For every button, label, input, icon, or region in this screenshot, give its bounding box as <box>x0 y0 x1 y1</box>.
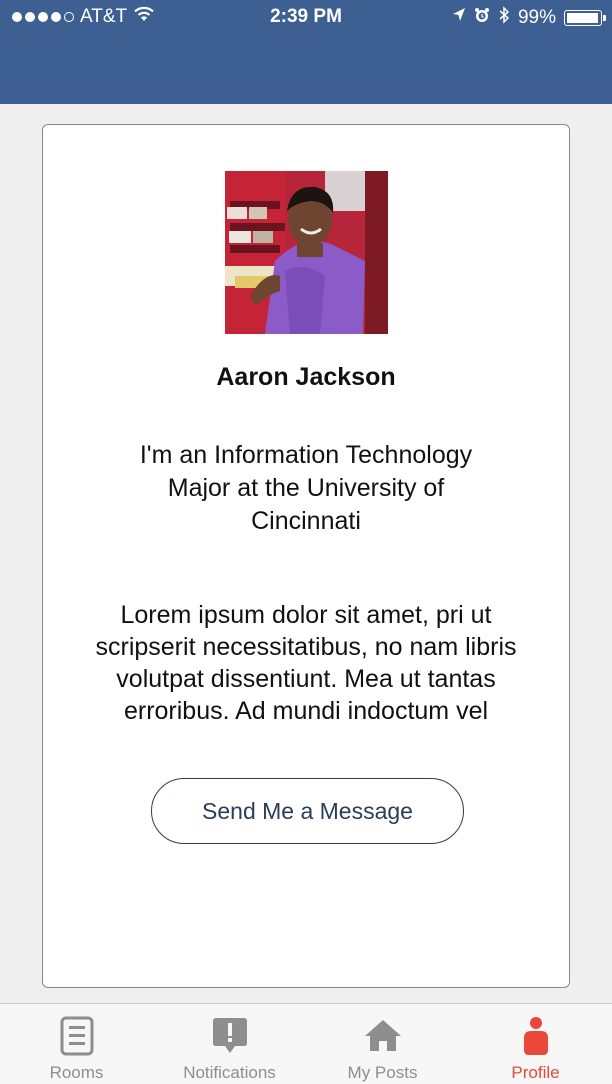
tab-label-my-posts: My Posts <box>347 1063 418 1082</box>
profile-avatar <box>225 171 388 334</box>
tab-label-notifications: Notifications <box>183 1063 276 1082</box>
alert-bubble-icon <box>210 1016 250 1056</box>
document-icon <box>57 1016 97 1056</box>
tab-label-rooms: Rooms <box>49 1063 104 1082</box>
tab-my-posts[interactable]: My Posts <box>306 1004 459 1084</box>
person-icon <box>516 1016 556 1056</box>
bluetooth-icon <box>498 6 510 30</box>
battery-icon <box>564 10 606 26</box>
tab-profile[interactable]: Profile <box>459 1004 612 1084</box>
battery-percent: 99% <box>517 7 556 28</box>
tab-notifications[interactable]: Notifications <box>153 1004 306 1084</box>
nav-header: AT&T 2:39 PM 99% <box>0 0 612 104</box>
tab-bar: Rooms Notifications My Posts Profile <box>0 1003 612 1084</box>
status-right: 99% <box>452 6 606 30</box>
location-arrow-icon <box>452 7 466 29</box>
profile-card: Aaron Jackson I'm an Information Technol… <box>42 124 570 988</box>
tab-label-profile: Profile <box>511 1063 560 1082</box>
tab-rooms[interactable]: Rooms <box>0 1004 153 1084</box>
profile-name: Aaron Jackson <box>216 363 396 391</box>
alarm-icon <box>474 7 490 29</box>
battery-level <box>567 13 598 23</box>
send-message-button[interactable]: Send Me a Message <box>151 778 464 844</box>
status-bar: AT&T 2:39 PM 99% <box>0 0 612 36</box>
profile-bio: Lorem ipsum dolor sit amet, pri ut scrip… <box>95 601 517 725</box>
home-icon <box>363 1016 403 1056</box>
profile-tagline: I'm an Information Technology Major at t… <box>139 441 473 535</box>
